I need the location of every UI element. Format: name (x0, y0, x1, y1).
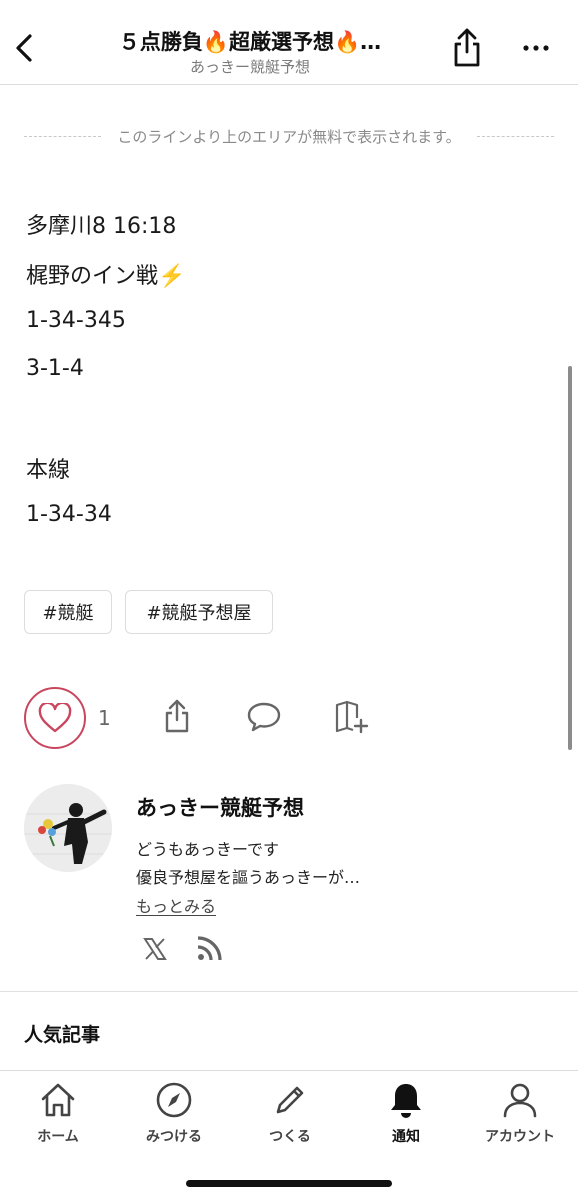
author-bio-line: どうもあっきーです (136, 840, 280, 859)
comment-icon[interactable] (246, 698, 282, 734)
share-icon[interactable] (448, 26, 486, 68)
home-indicator (186, 1180, 392, 1187)
like-button[interactable] (24, 687, 86, 749)
content-line: 多摩川8 16:18 (26, 214, 177, 239)
content-line: 梶野のイン戦⚡️ (26, 264, 186, 289)
tab-notifications[interactable]: 通知 (348, 1080, 464, 1150)
back-arrow-icon[interactable] (10, 28, 40, 68)
share-icon[interactable] (159, 698, 195, 734)
free-area-notice: このラインより上のエリアが無料で表示されます。 (117, 127, 461, 146)
free-area-divider: このラインより上のエリアが無料で表示されます。 (24, 124, 555, 148)
tab-label: 通知 (392, 1129, 420, 1145)
bell-icon (391, 1084, 421, 1118)
tab-create[interactable]: つくる (232, 1080, 348, 1150)
content-line: 本線 (26, 458, 71, 483)
tab-account[interactable]: アカウント (462, 1080, 578, 1150)
tab-label: アカウント (485, 1129, 555, 1145)
like-count: 1 (98, 706, 111, 730)
content-line: 3-1-4 (26, 356, 84, 381)
person-icon (503, 1083, 537, 1118)
read-more-link[interactable]: もっとみる (136, 893, 216, 917)
home-icon (41, 1083, 75, 1117)
article-title: ５点勝負🔥超厳選予想🔥… (118, 30, 382, 54)
content-line: 1-34-345 (26, 308, 126, 333)
scrollbar[interactable] (568, 366, 572, 750)
content-line: 1-34-34 (26, 502, 112, 527)
tab-label: ホーム (37, 1129, 79, 1145)
more-options-icon[interactable] (518, 38, 554, 58)
tab-discover[interactable]: みつける (116, 1080, 232, 1150)
pencil-icon (276, 1086, 304, 1114)
heart-icon (38, 703, 72, 733)
compass-icon (156, 1082, 192, 1118)
popular-articles-heading: 人気記事 (24, 1024, 101, 1046)
tab-home[interactable]: ホーム (0, 1080, 116, 1150)
hashtag-chip[interactable]: #競艇 (24, 590, 112, 634)
dashed-line (476, 135, 555, 137)
author-name-header[interactable]: あっきー競艇予想 (70, 56, 430, 77)
hashtag-chip[interactable]: #競艇予想屋 (125, 590, 273, 634)
tab-label: みつける (146, 1129, 202, 1145)
x-twitter-icon[interactable] (140, 934, 170, 964)
author-avatar[interactable] (24, 784, 112, 872)
rss-icon[interactable] (194, 934, 224, 964)
section-divider (0, 991, 578, 992)
tab-label: つくる (269, 1129, 311, 1145)
dashed-line (24, 135, 102, 137)
author-bio-line: 優良予想屋を謳うあっきーが… (136, 868, 361, 887)
author-name[interactable]: あっきー競艇予想 (136, 792, 304, 822)
add-to-magazine-icon[interactable] (333, 698, 369, 734)
